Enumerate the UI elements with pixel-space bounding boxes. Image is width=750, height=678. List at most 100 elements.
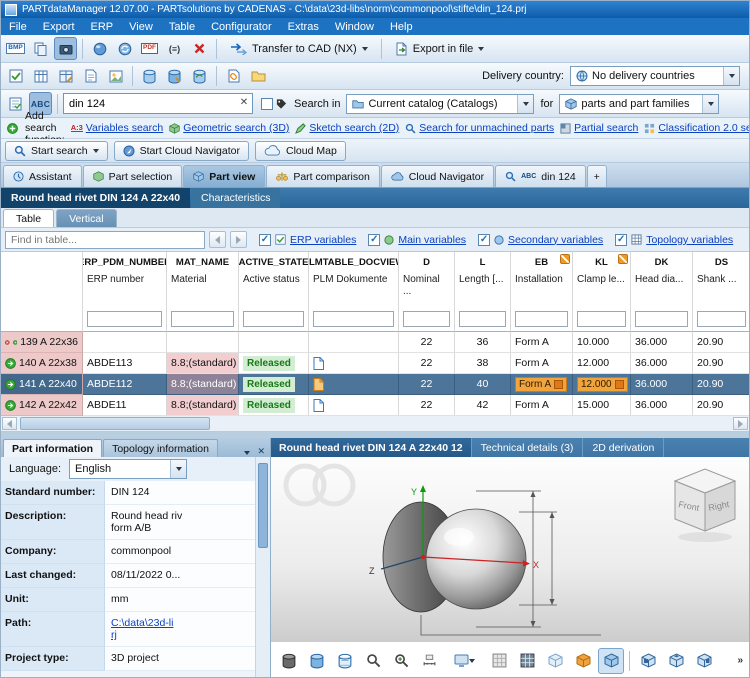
- new-tab-button[interactable]: +: [587, 165, 607, 187]
- geometric-search-link[interactable]: Geometric search (3D): [183, 122, 289, 134]
- tab-part-selection[interactable]: Part selection: [83, 165, 183, 187]
- clear-search-icon[interactable]: ✕: [237, 96, 251, 110]
- table-horizontal-scrollbar[interactable]: [1, 416, 749, 432]
- variables-search-item[interactable]: A:3 Variables search: [71, 122, 164, 134]
- top-view-icon[interactable]: [663, 648, 689, 674]
- menu-view[interactable]: View: [121, 20, 161, 34]
- menu-erp[interactable]: ERP: [83, 20, 122, 34]
- topology-variables-link[interactable]: Topology variables: [646, 234, 733, 246]
- datasheet-icon[interactable]: [79, 65, 102, 88]
- screenshot-icon[interactable]: [54, 37, 77, 60]
- filter-d-input[interactable]: [403, 311, 450, 327]
- isometric-view-icon[interactable]: [598, 648, 624, 674]
- table-view-icon[interactable]: [29, 65, 52, 88]
- front-view-icon[interactable]: [635, 648, 661, 674]
- open-folder-icon[interactable]: [247, 65, 270, 88]
- menu-window[interactable]: Window: [327, 20, 382, 34]
- delivery-country-select[interactable]: No delivery countries: [570, 66, 740, 86]
- col-l[interactable]: L: [455, 252, 511, 272]
- find-previous-button[interactable]: [209, 231, 226, 248]
- table-row-142[interactable]: 142 A 22x42 ABDE11 8.8;(standard) Releas…: [1, 395, 750, 416]
- export-in-file-button[interactable]: Export in file: [387, 38, 493, 60]
- filter-erp-input[interactable]: [87, 311, 162, 327]
- filter-plm-input[interactable]: [313, 311, 394, 327]
- panel-menu-icon[interactable]: [241, 447, 253, 457]
- table-row-140[interactable]: 140 A 22x38 ABDE113 8.8;(standard) Relea…: [1, 353, 750, 374]
- part-info-scrollbar[interactable]: [255, 457, 270, 678]
- add-plus-icon[interactable]: [6, 122, 19, 135]
- display-mode-dropdown[interactable]: [444, 648, 484, 674]
- database-link-icon[interactable]: [163, 65, 186, 88]
- right-view-icon[interactable]: [691, 648, 717, 674]
- scrollbar-thumb[interactable]: [258, 463, 268, 548]
- tab-assistant[interactable]: Assistant: [3, 165, 82, 187]
- find-next-button[interactable]: [230, 231, 247, 248]
- part-preview-icon[interactable]: [104, 65, 127, 88]
- scroll-left-button[interactable]: [2, 417, 17, 430]
- texture-icon[interactable]: [486, 648, 512, 674]
- menu-export[interactable]: Export: [35, 20, 83, 34]
- 3d-preview-icon[interactable]: [88, 37, 111, 60]
- erp-variables-link[interactable]: ERP variables: [290, 234, 356, 246]
- plm-document-icon-active[interactable]: [313, 378, 324, 391]
- wireframe-view-icon[interactable]: [332, 648, 358, 674]
- tab-part-information[interactable]: Part information: [3, 439, 102, 457]
- filter-l-input[interactable]: [459, 311, 506, 327]
- tab-vertical[interactable]: Vertical: [56, 209, 116, 227]
- topology-variables-checkbox[interactable]: ✓: [615, 234, 627, 246]
- plm-document-icon[interactable]: [313, 357, 324, 370]
- search-for-select[interactable]: parts and part families: [559, 94, 719, 114]
- erp-edit-icon[interactable]: [4, 65, 27, 88]
- copy-image-icon[interactable]: [29, 37, 52, 60]
- solid-view-icon[interactable]: [276, 648, 302, 674]
- tab-part-round-head-rivet[interactable]: Round head rivet DIN 124 A 22x40: [1, 188, 190, 208]
- path-link[interactable]: C:\data\23d-li rj: [105, 612, 255, 647]
- table-row-141-selected[interactable]: 141 A 22x40 ABDE112 8.8;(standard) Relea…: [1, 374, 750, 395]
- update-preview-icon[interactable]: [113, 37, 136, 60]
- tab-part-comparison[interactable]: Part comparison: [266, 165, 379, 187]
- variables-search-link[interactable]: Variables search: [86, 122, 163, 134]
- search-options-icon[interactable]: [4, 92, 27, 115]
- database-icon[interactable]: [138, 65, 161, 88]
- col-eb[interactable]: EB: [511, 252, 573, 272]
- sketch-search-link[interactable]: Sketch search (2D): [309, 122, 399, 134]
- geometric-search-item[interactable]: Geometric search (3D): [169, 122, 289, 134]
- sketch-search-item[interactable]: Sketch search (2D): [295, 122, 399, 134]
- measure-icon[interactable]: [416, 648, 442, 674]
- scroll-right-button[interactable]: [733, 417, 748, 430]
- menu-configurator[interactable]: Configurator: [203, 20, 280, 34]
- col-ds[interactable]: DS: [693, 252, 750, 272]
- secondary-variables-link[interactable]: Secondary variables: [508, 234, 603, 246]
- table-edit-icon[interactable]: [54, 65, 77, 88]
- scrollbar-thumb[interactable]: [20, 417, 210, 430]
- 3d-viewport[interactable]: Y X Z Front Right: [271, 457, 750, 641]
- database-refresh-icon[interactable]: [188, 65, 211, 88]
- filter-eb-input[interactable]: [515, 311, 568, 327]
- zoom-icon[interactable]: [360, 648, 386, 674]
- grid-icon[interactable]: [514, 648, 540, 674]
- menu-table[interactable]: Table: [161, 20, 203, 34]
- classification-search-item[interactable]: Classification 2.0 sea: [644, 122, 750, 134]
- plm-document-icon[interactable]: [313, 399, 324, 412]
- export-bmp-icon[interactable]: BMP: [4, 37, 27, 60]
- link-document-icon[interactable]: [222, 65, 245, 88]
- erp-variables-checkbox[interactable]: ✓: [259, 234, 271, 246]
- table-row-139[interactable]: 139 A 22x36 22 36 Form A 10.000 36.000 2…: [1, 332, 750, 353]
- export-pdf-icon[interactable]: PDF: [138, 37, 161, 60]
- tag-icon[interactable]: [275, 97, 288, 110]
- tab-characteristics[interactable]: Characteristics: [191, 188, 280, 208]
- tab-table[interactable]: Table: [3, 209, 54, 227]
- transfer-to-cad-button[interactable]: Transfer to CAD (NX): [222, 38, 376, 60]
- menu-file[interactable]: File: [1, 20, 35, 34]
- main-variables-checkbox[interactable]: ✓: [368, 234, 380, 246]
- search-option-checkbox[interactable]: [261, 98, 273, 110]
- unmachined-search-link[interactable]: Search for unmachined parts: [419, 122, 554, 134]
- tab-search-din-124[interactable]: ABC din 124: [495, 165, 586, 187]
- col-erp-pdm-number[interactable]: ERP_PDM_NUMBER: [83, 252, 167, 272]
- filter-mat-input[interactable]: [171, 311, 234, 327]
- main-variables-link[interactable]: Main variables: [398, 234, 466, 246]
- find-in-table-input[interactable]: [5, 231, 205, 249]
- col-dk[interactable]: DK: [631, 252, 693, 272]
- tab-technical-details[interactable]: Technical details (3): [471, 438, 583, 457]
- secondary-variables-checkbox[interactable]: ✓: [478, 234, 490, 246]
